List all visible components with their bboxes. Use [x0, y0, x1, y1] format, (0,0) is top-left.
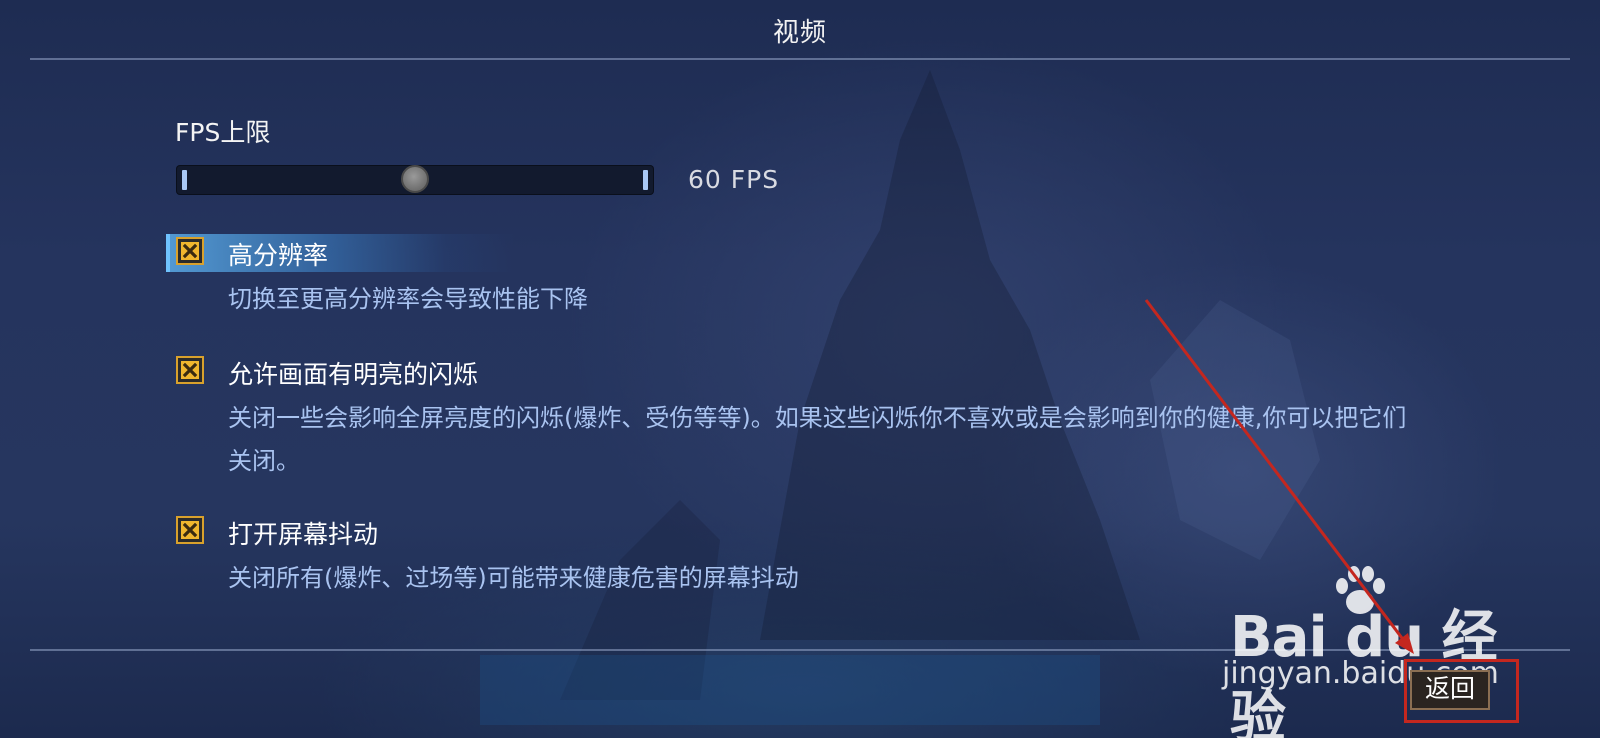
option-row[interactable]: 打开屏幕抖动 — [166, 513, 1466, 551]
option-description: 切换至更高分辨率会导致性能下降 — [228, 285, 588, 313]
checkmark-x-icon — [181, 521, 199, 539]
page-title: 视频 — [772, 18, 827, 48]
checkbox[interactable] — [176, 237, 204, 265]
option-label: 打开屏幕抖动 — [228, 520, 379, 549]
option-description: 关闭一些会影响全屏亮度的闪烁(爆炸、受伤等等)。如果这些闪烁你不喜欢或是会影响到… — [228, 404, 1407, 475]
option-label: 高分辨率 — [228, 241, 329, 270]
annotation-highlight-box — [1404, 659, 1519, 723]
slider-min-cap — [182, 170, 187, 190]
fps-limit-slider[interactable] — [176, 165, 654, 195]
checkmark-x-icon — [181, 361, 199, 379]
footer-divider — [30, 649, 1570, 651]
option-high-resolution[interactable]: 高分辨率 切换至更高分辨率会导致性能下降 — [166, 234, 1466, 321]
option-description: 关闭所有(爆炸、过场等)可能带来健康危害的屏幕抖动 — [228, 564, 799, 592]
option-bright-flashes[interactable]: 允许画面有明亮的闪烁 关闭一些会影响全屏亮度的闪烁(爆炸、受伤等等)。如果这些闪… — [166, 353, 1466, 483]
checkmark-x-icon — [181, 242, 199, 260]
option-screen-shake[interactable]: 打开屏幕抖动 关闭所有(爆炸、过场等)可能带来健康危害的屏幕抖动 — [166, 513, 1466, 600]
option-row[interactable]: 允许画面有明亮的闪烁 — [166, 353, 1466, 391]
slider-max-cap — [643, 170, 648, 190]
slider-thumb[interactable] — [401, 165, 429, 193]
fps-limit-value: 60 FPS — [688, 165, 780, 194]
fps-limit-label: FPS上限 — [175, 118, 271, 147]
checkbox[interactable] — [176, 356, 204, 384]
option-row[interactable]: 高分辨率 — [166, 234, 630, 272]
checkbox[interactable] — [176, 516, 204, 544]
option-label: 允许画面有明亮的闪烁 — [228, 360, 479, 389]
header-divider — [30, 58, 1570, 60]
